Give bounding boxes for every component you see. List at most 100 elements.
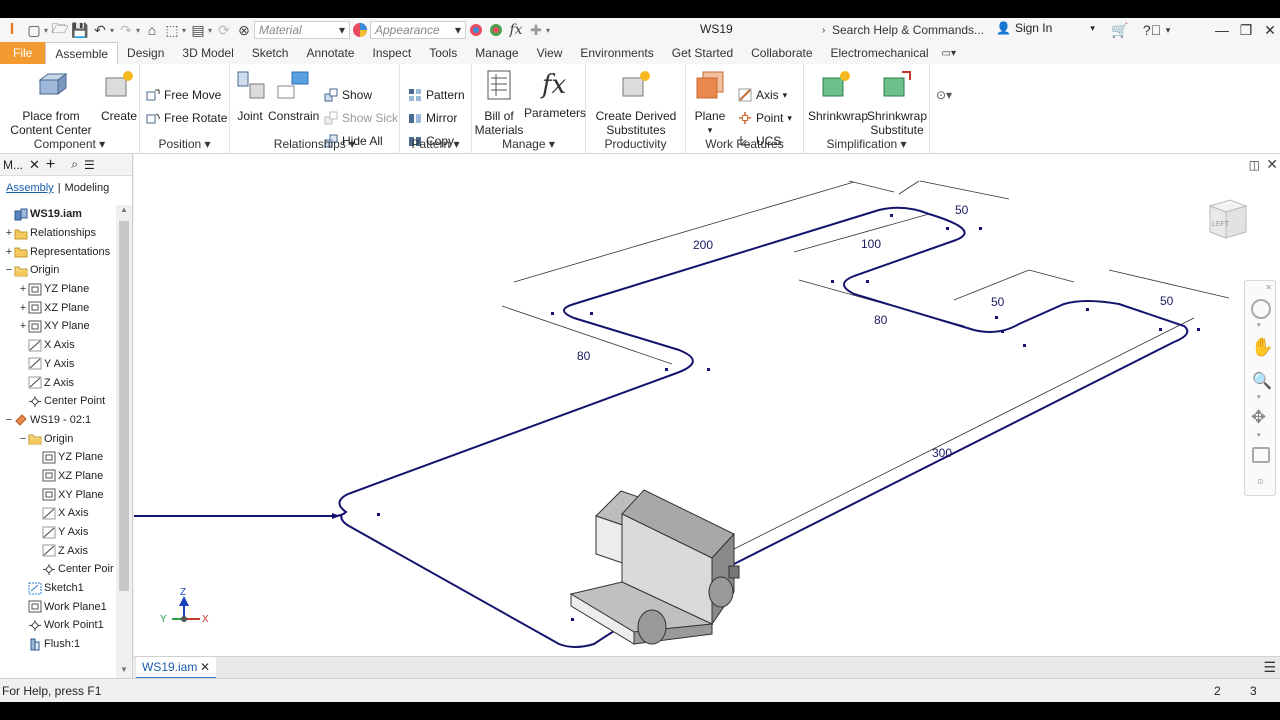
select-priority-icon[interactable]: ⬚ (162, 20, 182, 40)
place-content-center-button[interactable]: Place from Content Center (8, 68, 94, 137)
orbit-icon[interactable]: ✥ (1251, 407, 1266, 428)
axis-button[interactable]: Axis ▾ (738, 86, 787, 104)
dim-80-right[interactable]: 80 (874, 313, 888, 327)
tab-design[interactable]: Design (118, 42, 173, 64)
customize-icon[interactable]: ⊙ (1257, 477, 1264, 486)
free-move-button[interactable]: Free Move (146, 86, 221, 104)
document-tab-ws19[interactable]: WS19.iam ✕ (136, 657, 216, 679)
bill-of-materials-button[interactable]: Bill of Materials (474, 68, 524, 137)
group-label-simplification[interactable]: Simplification ▾ (804, 137, 929, 151)
tree-node[interactable]: X Axis (0, 504, 116, 523)
tree-node[interactable]: XY Plane (0, 485, 116, 504)
tree-node[interactable]: XZ Plane (0, 467, 116, 486)
graphics-window[interactable]: 200 50 100 80 80 50 50 300 Z X Y ◫ ✕ LEF… (134, 154, 1280, 656)
tree-node[interactable]: + Relationships (0, 224, 116, 243)
select-filter-icon[interactable]: ▤ (188, 20, 208, 40)
tree-node[interactable]: YZ Plane (0, 448, 116, 467)
tree-node[interactable]: + YZ Plane (0, 280, 116, 299)
tree-node[interactable]: Z Axis (0, 541, 116, 560)
undo-icon[interactable]: ↶ (90, 20, 110, 40)
dim-50-mid[interactable]: 50 (991, 295, 1005, 309)
plane-button[interactable]: Plane ▾ (692, 68, 728, 137)
dropdown-arrow-icon[interactable]: ▾ (1257, 393, 1261, 401)
mirror-button[interactable]: Mirror (408, 109, 457, 127)
tree-node[interactable]: Sketch1 (0, 579, 116, 598)
restore-view-icon[interactable]: ◫ (1249, 158, 1260, 172)
expand-icon[interactable]: + (18, 283, 28, 295)
tree-node[interactable]: Work Point1 (0, 616, 116, 635)
expand-icon[interactable]: + (18, 320, 28, 332)
minimize-icon[interactable]: — (1210, 20, 1234, 40)
tab-manage[interactable]: Manage (466, 42, 527, 64)
cart-icon[interactable]: 🛒 (1108, 20, 1132, 40)
search-help-box[interactable]: › Search Help & Commands... (822, 20, 992, 40)
clear-appearance-icon[interactable] (486, 20, 506, 40)
close-view-icon[interactable]: ✕ (1266, 156, 1278, 173)
dim-80-left[interactable]: 80 (577, 349, 591, 363)
tab-file[interactable]: File (0, 42, 46, 64)
zoom-icon[interactable]: 🔍 (1252, 371, 1272, 391)
tab-get-started[interactable]: Get Started (663, 42, 742, 64)
restore-icon[interactable]: ❐ (1234, 20, 1258, 40)
tree-node[interactable]: − WS19 - 02:1 (0, 411, 116, 430)
tree-node[interactable]: X Axis (0, 336, 116, 355)
pattern-button[interactable]: Pattern (408, 86, 465, 104)
tree-node[interactable]: Center Point (0, 392, 116, 411)
dropdown-arrow-icon[interactable]: ▾ (1257, 321, 1261, 329)
group-label-pattern[interactable]: Pattern ▾ (400, 137, 471, 151)
group-label-component[interactable]: Component ▾ (0, 137, 139, 151)
tab-view[interactable]: View (528, 42, 572, 64)
inventor-logo[interactable]: I (0, 18, 24, 42)
tab-assemble[interactable]: Assemble (45, 42, 119, 64)
shrinkwrap-substitute-button[interactable]: Shrinkwrap Substitute (866, 68, 928, 137)
more-options-icon[interactable]: ⊙▾ (936, 86, 952, 104)
assembly-view-link[interactable]: Assembly (6, 182, 54, 194)
dim-300[interactable]: 300 (932, 446, 952, 460)
scroll-down-icon[interactable]: ▼ (116, 665, 132, 679)
tab-annotate[interactable]: Annotate (297, 42, 363, 64)
new-file-icon[interactable]: ▢ (24, 20, 44, 40)
tab-tools[interactable]: Tools (420, 42, 466, 64)
show-button[interactable]: Show (324, 86, 372, 104)
dim-100[interactable]: 100 (861, 237, 881, 251)
close-icon[interactable]: ✕ (29, 157, 40, 173)
scroll-thumb[interactable] (119, 221, 129, 591)
tab-collaborate[interactable]: Collaborate (742, 42, 821, 64)
close-icon[interactable]: ✕ (1258, 20, 1280, 40)
open-file-icon[interactable]: 🗁 (50, 20, 70, 40)
clear-override-icon[interactable]: ⊗ (234, 20, 254, 40)
adjust-appearance-icon[interactable] (466, 20, 486, 40)
pan-hand-icon[interactable]: ✋ (1251, 337, 1273, 358)
group-label-manage[interactable]: Manage ▾ (472, 137, 585, 151)
browser-scrollbar[interactable]: ▲ ▼ (116, 205, 132, 679)
tree-node[interactable]: Y Axis (0, 355, 116, 374)
constrain-button[interactable]: Constrain (268, 68, 319, 123)
show-sick-button[interactable]: Show Sick (324, 109, 398, 127)
steering-wheel-icon[interactable] (1251, 299, 1271, 319)
scroll-up-icon[interactable]: ▲ (116, 205, 132, 219)
group-label-relationships[interactable]: Relationships ▾ (230, 137, 399, 151)
dim-50-top[interactable]: 50 (955, 203, 969, 217)
fx-icon[interactable]: fx (506, 20, 526, 40)
menu-icon[interactable]: ☰ (84, 158, 95, 172)
dim-200[interactable]: 200 (693, 238, 713, 252)
free-rotate-button[interactable]: Free Rotate (146, 109, 227, 127)
collapse-icon[interactable]: − (4, 264, 14, 276)
tab-environments[interactable]: Environments (571, 42, 662, 64)
search-icon[interactable]: ⌕ (71, 157, 78, 172)
truck-model[interactable] (569, 489, 740, 645)
add-icon[interactable]: + (46, 156, 55, 174)
parameters-button[interactable]: fx Parameters (524, 68, 586, 120)
create-component-button[interactable]: Create (100, 68, 138, 123)
ribbon-options-icon[interactable]: ▭▾ (938, 42, 960, 64)
redo-icon[interactable]: ↷ (116, 20, 136, 40)
tree-node[interactable]: + XZ Plane (0, 298, 116, 317)
expand-icon[interactable]: + (4, 246, 14, 258)
dim-50-right[interactable]: 50 (1160, 294, 1174, 308)
create-derived-substitutes-button[interactable]: Create Derived Substitutes (590, 68, 682, 137)
tree-node[interactable]: + Representations (0, 242, 116, 261)
update-icon[interactable]: ⟳ (214, 20, 234, 40)
collapse-icon[interactable]: − (18, 433, 28, 445)
appearance-combo[interactable]: Appearance ▾ (370, 21, 466, 39)
home-icon[interactable]: ⌂ (142, 20, 162, 40)
